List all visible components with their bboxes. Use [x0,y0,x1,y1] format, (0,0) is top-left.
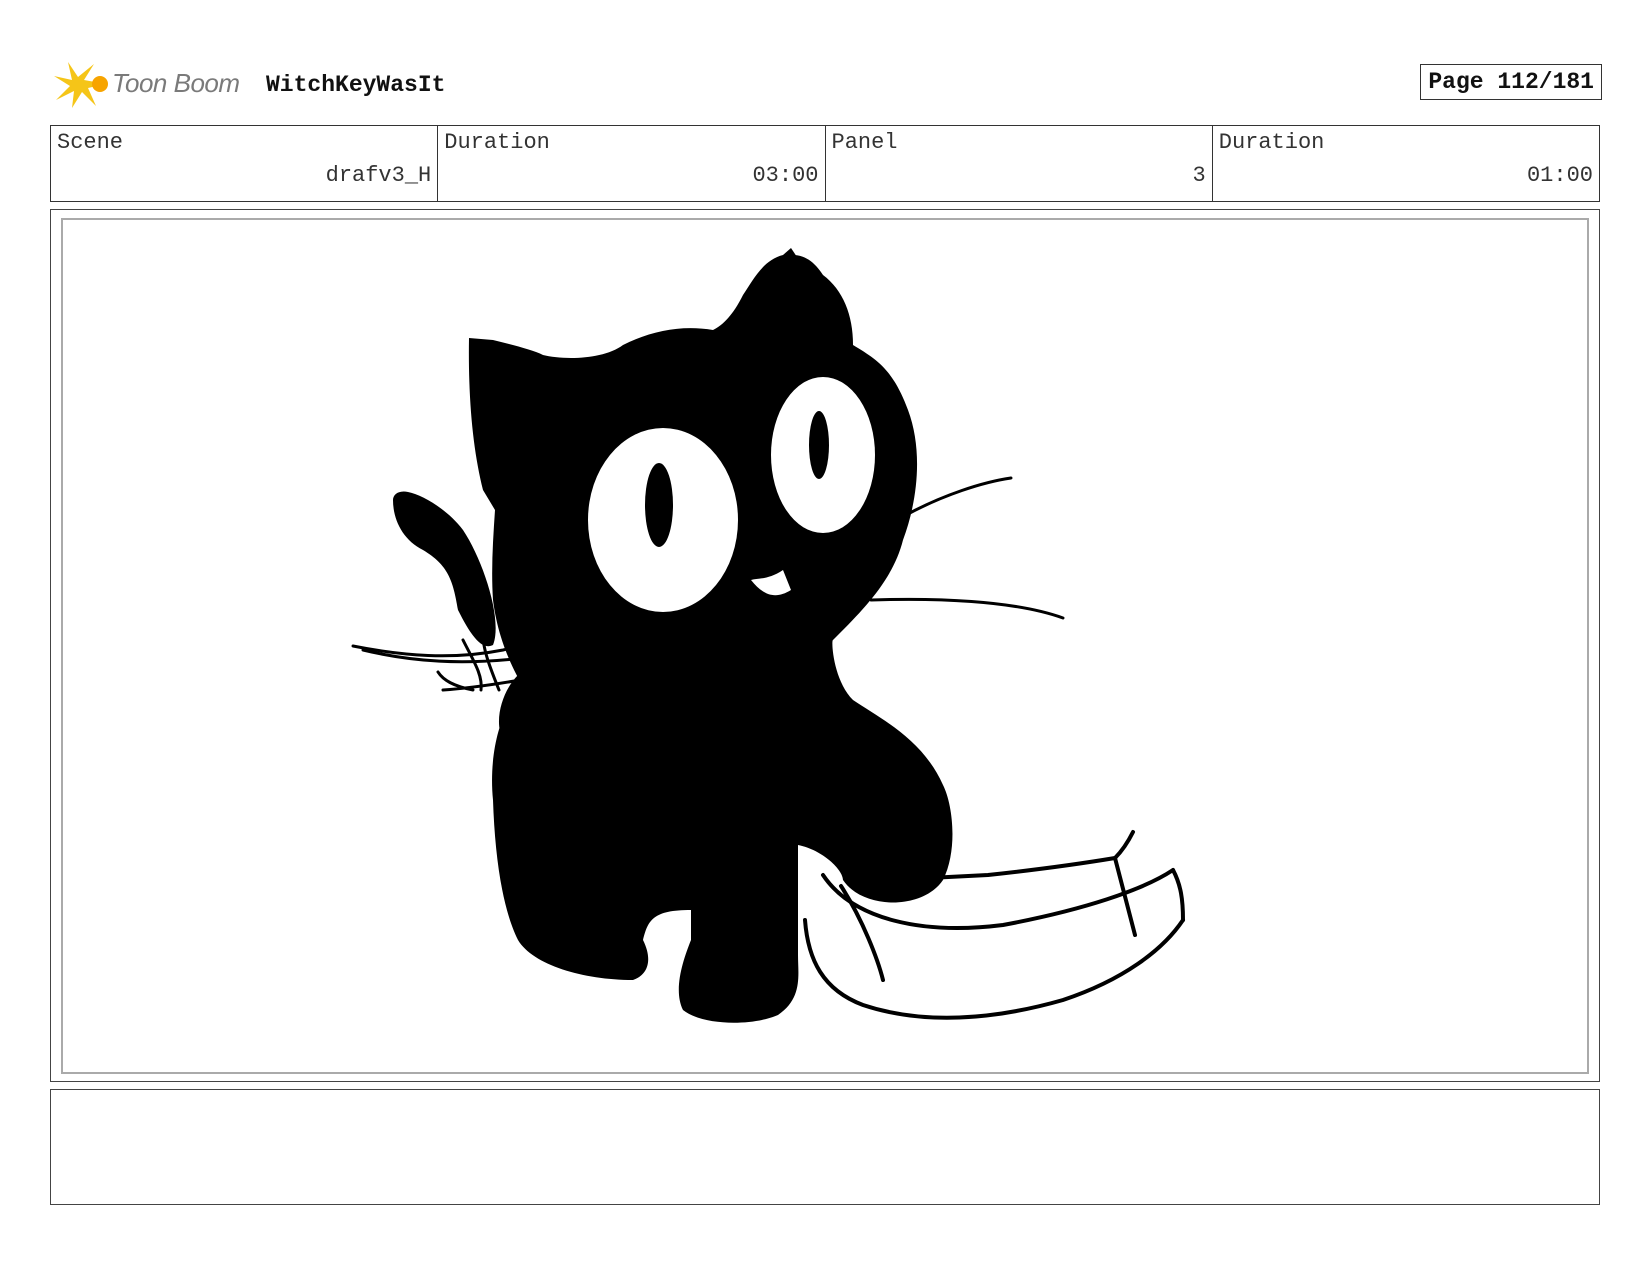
panel-duration-cell: Duration 01:00 [1213,126,1599,201]
cat-silhouette [393,248,953,1023]
project-title: WitchKeyWasIt [266,72,446,98]
panel-cell: Panel 3 [826,126,1213,201]
page-indicator: Page 112/181 [1420,64,1602,100]
star-burst-icon [54,62,108,108]
storyboard-header: Toon Boom WitchKeyWasIt Page 112/181 [50,60,1602,110]
scene-label: Scene [57,130,124,155]
panel-value: 3 [1192,163,1206,188]
scene-duration-value: 03:00 [752,163,819,188]
panel-label: Panel [831,130,898,155]
scene-duration-cell: Duration 03:00 [438,126,826,201]
logo-text: Toon Boom [112,68,240,98]
panel-image-area [61,218,1589,1074]
black-cat-sketch-icon [351,248,1185,1023]
scene-value: drafv3_H [325,163,432,188]
panel-notes-box [50,1089,1600,1205]
panel-frame [50,209,1600,1082]
scene-cell: Scene drafv3_H [51,126,439,201]
scene-duration-label: Duration [444,130,550,155]
panel-duration-label: Duration [1218,130,1325,155]
panel-duration-value: 01:00 [1526,163,1593,188]
toon-boom-logo: Toon Boom [54,60,254,110]
scene-info-table: Scene drafv3_H Duration 03:00 Panel 3 Du… [50,125,1600,202]
